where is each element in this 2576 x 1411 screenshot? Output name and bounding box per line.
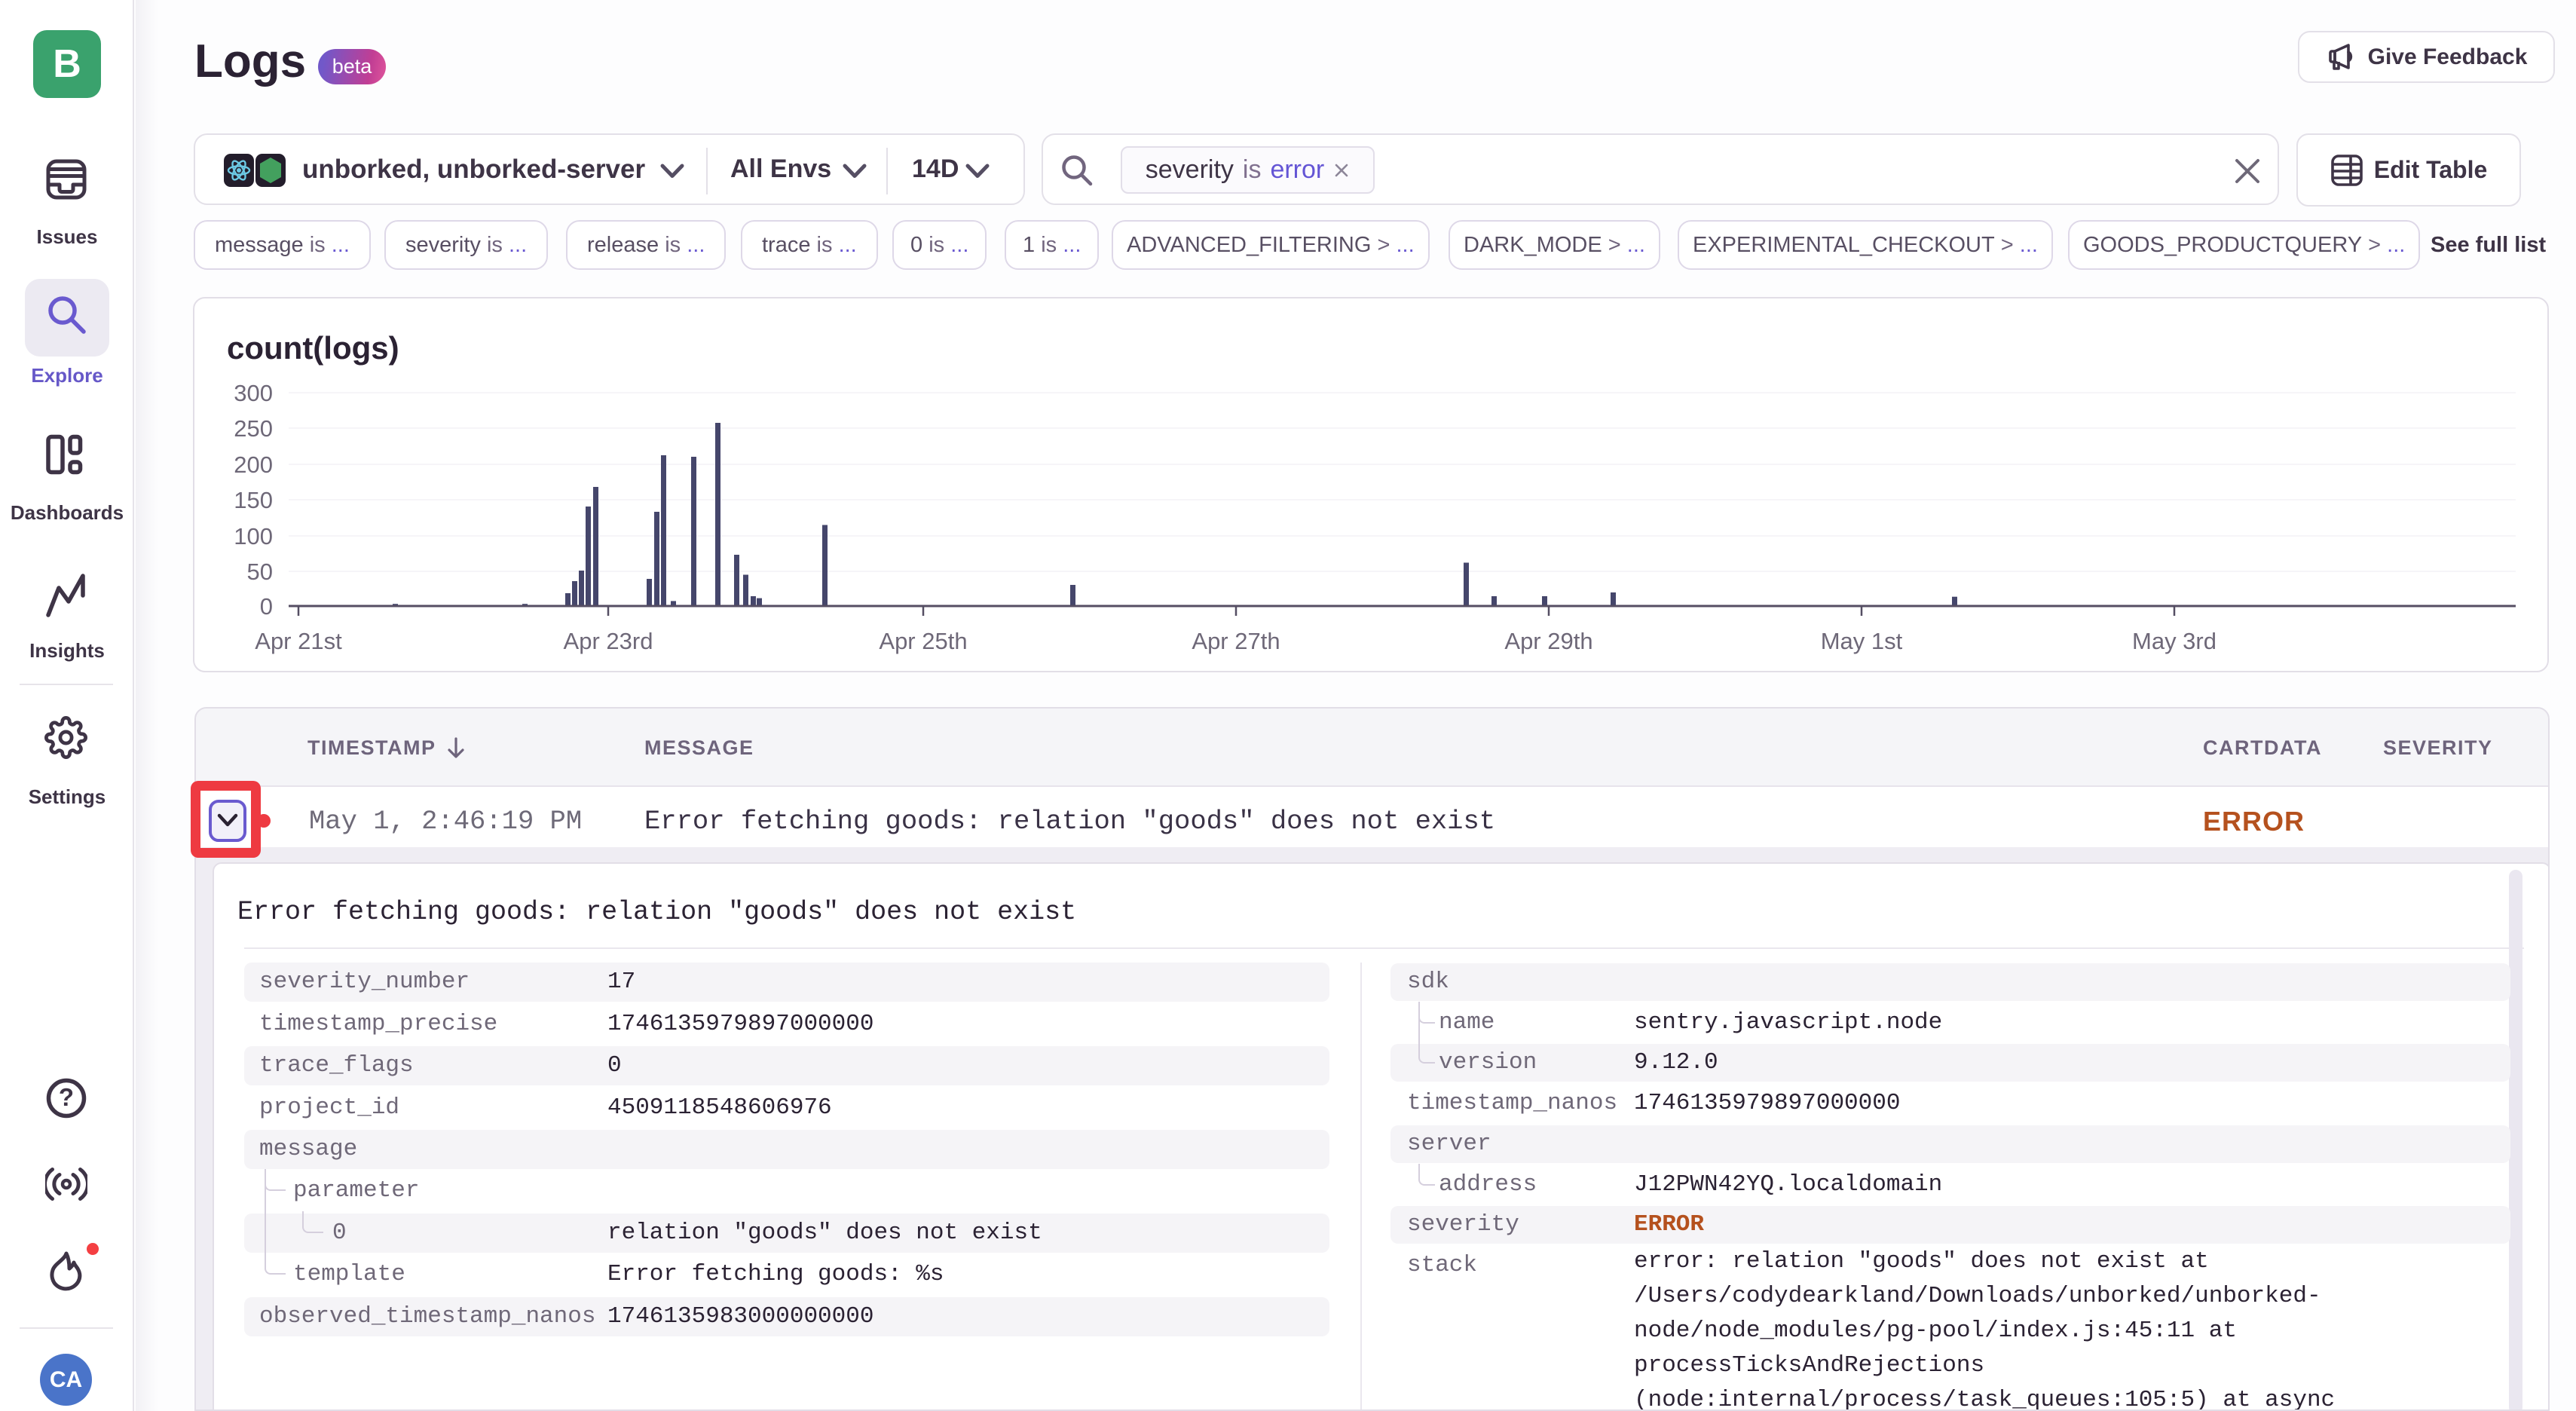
- svg-text:?: ?: [59, 1083, 74, 1111]
- svg-text:150: 150: [234, 487, 273, 513]
- svg-text:250: 250: [234, 415, 273, 442]
- svg-text:May 3rd: May 3rd: [2132, 628, 2217, 654]
- svg-text:Apr 25th: Apr 25th: [879, 628, 967, 654]
- svg-text:50: 50: [247, 559, 273, 585]
- svg-text:0: 0: [260, 593, 273, 620]
- svg-text:100: 100: [234, 523, 273, 549]
- svg-text:200: 200: [234, 451, 273, 478]
- svg-text:Apr 27th: Apr 27th: [1192, 628, 1280, 654]
- svg-text:Apr 29th: Apr 29th: [1504, 628, 1592, 654]
- svg-text:Apr 21st: Apr 21st: [255, 628, 342, 654]
- svg-text:300: 300: [234, 380, 273, 406]
- svg-text:Apr 23rd: Apr 23rd: [564, 628, 653, 654]
- svg-text:May 1st: May 1st: [1821, 628, 1903, 654]
